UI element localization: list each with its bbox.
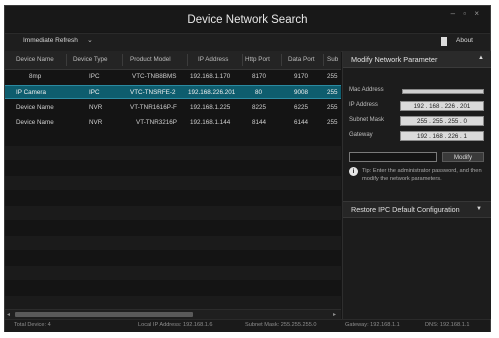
status-bar: Total Device: 4 Local IP Address: 192.16… bbox=[5, 319, 490, 332]
title-bar: Device Network Search – ▫ × bbox=[5, 6, 490, 32]
cell-ip-address: 192.168.1.144 bbox=[190, 119, 231, 126]
tip-text: Tip: Enter the administrator password, a… bbox=[362, 168, 482, 182]
cell-subnet: 255 bbox=[327, 89, 338, 96]
table-row[interactable]: Device Name NVR VT-TNR3216P 192.168.1.14… bbox=[5, 116, 341, 130]
cell-device-name: 8mp bbox=[29, 73, 42, 80]
toolbar: Immediate Refresh ⌄ About bbox=[5, 33, 490, 52]
status-total-devices: Total Device: 4 bbox=[14, 322, 51, 328]
immediate-refresh-button[interactable]: Immediate Refresh bbox=[23, 37, 78, 44]
chevron-down-icon[interactable]: ⌄ bbox=[87, 36, 93, 44]
cell-device-name: IP Camera bbox=[16, 89, 46, 96]
document-icon[interactable] bbox=[441, 37, 447, 46]
cell-data-port: 6225 bbox=[294, 104, 309, 111]
gateway-field[interactable]: 192 . 168 . 226 . 1 bbox=[400, 131, 484, 141]
cell-device-name: Device Name bbox=[16, 119, 54, 126]
column-header-data-port[interactable]: Data Port bbox=[288, 56, 315, 63]
cell-http-port: 8144 bbox=[252, 119, 267, 126]
table-row[interactable]: Device Name NVR VT-TNR1616P-F 192.168.1.… bbox=[5, 101, 341, 115]
scroll-left-icon[interactable]: ◂ bbox=[7, 311, 10, 318]
empty-row bbox=[5, 206, 341, 220]
cell-data-port: 9170 bbox=[294, 73, 309, 80]
column-header-subnet[interactable]: Sub bbox=[327, 56, 338, 63]
panel-title: Modify Network Parameter bbox=[351, 55, 438, 64]
scroll-thumb[interactable] bbox=[15, 312, 193, 317]
cell-ip-address: 192.168.1.225 bbox=[190, 104, 231, 111]
cell-subnet: 255 bbox=[327, 73, 338, 80]
mac-address-label: Mac Address bbox=[349, 87, 384, 93]
column-divider[interactable] bbox=[187, 54, 188, 66]
mac-address-field[interactable] bbox=[402, 89, 484, 94]
column-divider[interactable] bbox=[323, 54, 324, 66]
column-header-product-model[interactable]: Product Model bbox=[130, 56, 171, 63]
info-icon: i bbox=[349, 167, 358, 176]
empty-row bbox=[5, 146, 341, 160]
triangle-up-icon[interactable]: ▲ bbox=[478, 55, 484, 61]
cell-device-type: IPC bbox=[89, 89, 100, 96]
column-header-device-name[interactable]: Device Name bbox=[16, 56, 54, 63]
empty-row bbox=[5, 236, 341, 250]
table-row[interactable]: 8mp IPC VTC-TNB8BMS 192.168.1.170 8170 9… bbox=[5, 70, 341, 84]
gateway-label: Gateway bbox=[349, 132, 373, 138]
cell-product-model: VTC-TNSRFE-2 bbox=[130, 89, 176, 96]
cell-device-type: NVR bbox=[89, 104, 103, 111]
subnet-mask-field[interactable]: 255 . 255 . 255 . 0 bbox=[400, 116, 484, 126]
status-gateway: Gateway: 192.168.1.1 bbox=[345, 322, 400, 328]
status-subnet: Subnet Mask: 255.255.255.0 bbox=[245, 322, 317, 328]
restore-default-title: Restore IPC Default Configuration bbox=[351, 205, 460, 214]
column-divider[interactable] bbox=[66, 54, 67, 66]
cell-product-model: VTC-TNB8BMS bbox=[132, 73, 177, 80]
password-input[interactable] bbox=[349, 152, 437, 162]
cell-data-port: 6144 bbox=[294, 119, 309, 126]
panel-header[interactable]: Modify Network Parameter ▲ bbox=[343, 51, 491, 68]
cell-device-type: NVR bbox=[89, 119, 103, 126]
cell-subnet: 255 bbox=[327, 104, 338, 111]
cell-subnet: 255 bbox=[327, 119, 338, 126]
column-divider[interactable] bbox=[122, 54, 123, 66]
column-divider[interactable] bbox=[242, 54, 243, 66]
window-controls[interactable]: – ▫ × bbox=[451, 9, 482, 18]
cell-product-model: VT-TNR3216P bbox=[136, 119, 177, 126]
modify-button[interactable]: Modify bbox=[442, 152, 484, 162]
empty-row bbox=[5, 296, 341, 309]
empty-row bbox=[5, 266, 341, 280]
table-row-selected[interactable]: IP Camera IPC VTC-TNSRFE-2 192.168.226.2… bbox=[5, 85, 341, 99]
ip-address-field[interactable]: 192 . 168 . 226 . 201 bbox=[400, 101, 484, 111]
app-window: Device Network Search – ▫ × Immediate Re… bbox=[4, 5, 491, 332]
empty-row bbox=[5, 176, 341, 190]
cell-device-name: Device Name bbox=[16, 104, 54, 111]
window-title: Device Network Search bbox=[187, 14, 308, 26]
cell-product-model: VT-TNR1616P-F bbox=[130, 104, 177, 111]
column-divider[interactable] bbox=[281, 54, 282, 66]
cell-ip-address: 192.168.1.170 bbox=[190, 73, 231, 80]
column-header-ip-address[interactable]: IP Address bbox=[198, 56, 228, 63]
cell-device-type: IPC bbox=[89, 73, 100, 80]
column-header-device-type[interactable]: Device Type bbox=[73, 56, 108, 63]
scroll-right-icon[interactable]: ▸ bbox=[333, 311, 336, 318]
modify-network-panel: Modify Network Parameter ▲ Mac Address I… bbox=[342, 51, 491, 319]
cell-data-port: 9008 bbox=[294, 89, 309, 96]
cell-http-port: 8170 bbox=[252, 73, 267, 80]
device-table: Device Name Device Type Product Model IP… bbox=[5, 51, 341, 309]
cell-http-port: 8225 bbox=[252, 104, 267, 111]
column-header-http-port[interactable]: Http Port bbox=[245, 56, 270, 63]
about-button[interactable]: About bbox=[456, 37, 473, 44]
triangle-down-icon[interactable]: ▼ bbox=[476, 206, 482, 212]
status-dns: DNS: 192.168.1.1 bbox=[425, 322, 470, 328]
restore-default-header[interactable]: Restore IPC Default Configuration ▼ bbox=[343, 201, 491, 218]
subnet-mask-label: Subnet Mask bbox=[349, 117, 385, 123]
status-local-ip: Local IP Address: 192.168.1.6 bbox=[138, 322, 213, 328]
table-header: Device Name Device Type Product Model IP… bbox=[5, 51, 341, 70]
ip-address-label: IP Address bbox=[349, 102, 378, 108]
cell-http-port: 80 bbox=[255, 89, 263, 96]
cell-ip-address: 192.168.226.201 bbox=[188, 89, 236, 96]
